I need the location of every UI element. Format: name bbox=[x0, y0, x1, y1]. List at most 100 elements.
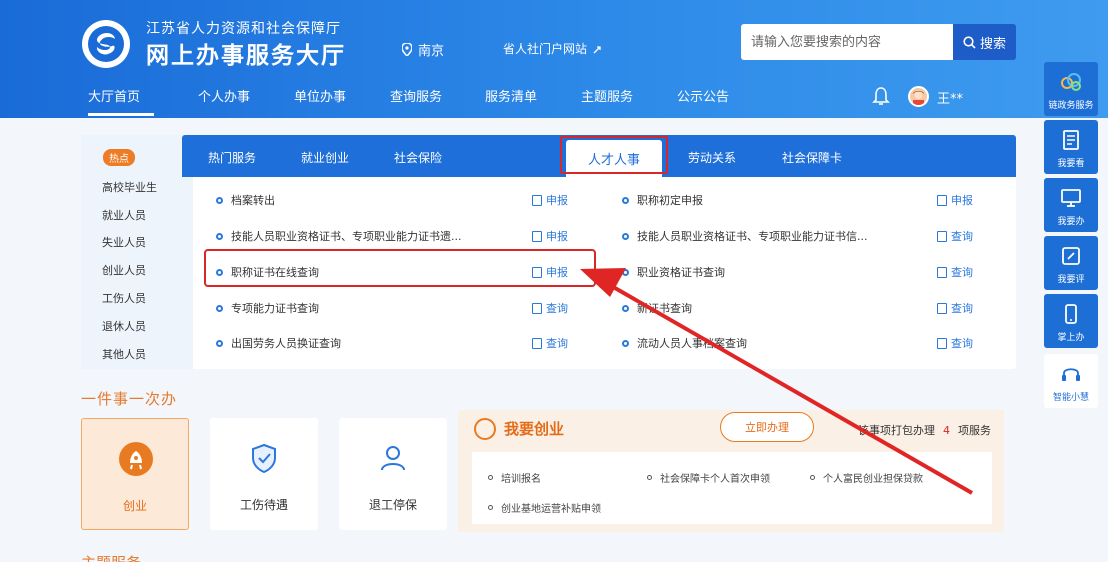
card-startup[interactable]: 创业 bbox=[81, 418, 189, 530]
sidebar-rate[interactable]: 我要评 bbox=[1044, 236, 1098, 290]
service-action-label: 查询 bbox=[951, 230, 973, 243]
tab-hot[interactable]: 热门服务 bbox=[208, 149, 256, 166]
startup-detail-title: 我要创业 bbox=[504, 420, 565, 438]
startup-icon bbox=[119, 442, 153, 476]
service-item[interactable]: 新证书查询 bbox=[622, 300, 692, 316]
tab-social-card[interactable]: 社会保障卡 bbox=[782, 149, 842, 166]
nav-personal[interactable]: 个人办事 bbox=[198, 86, 250, 105]
service-item[interactable]: 专项能力证书查询 bbox=[216, 300, 319, 316]
service-action[interactable]: 查询 bbox=[937, 264, 973, 280]
service-action[interactable]: 查询 bbox=[532, 335, 568, 351]
card-retire[interactable]: 退工停保 bbox=[339, 418, 447, 530]
org-subtitle: 江苏省人力资源和社会保障厅 bbox=[146, 21, 341, 37]
user-avatar[interactable] bbox=[908, 86, 929, 107]
bullet-icon bbox=[622, 304, 629, 312]
document-icon bbox=[532, 337, 542, 349]
search-input[interactable] bbox=[741, 24, 953, 60]
search-button-label: 搜索 bbox=[979, 36, 1006, 52]
bullet-icon bbox=[488, 505, 493, 510]
service-action[interactable]: 查询 bbox=[937, 300, 973, 316]
category-item[interactable]: 其他人员 bbox=[102, 346, 146, 362]
service-action[interactable]: 申报 bbox=[532, 192, 568, 208]
org-title: 网上办事服务大厅 bbox=[146, 43, 346, 69]
service-action[interactable]: 申报 bbox=[937, 192, 973, 208]
bullet-icon bbox=[622, 232, 629, 240]
card-injury[interactable]: 工伤待遇 bbox=[210, 418, 318, 530]
sidebar-label: 我要评 bbox=[1057, 275, 1085, 285]
startup-service-item[interactable]: 个人富民创业担保贷款 bbox=[810, 470, 923, 485]
document-icon bbox=[532, 302, 542, 314]
site-logo-icon[interactable] bbox=[82, 20, 130, 68]
sidebar-assistant[interactable]: 智能小慧 bbox=[1044, 354, 1098, 408]
service-action[interactable]: 查询 bbox=[937, 335, 973, 351]
category-item[interactable]: 创业人员 bbox=[102, 262, 146, 278]
startup-service-item[interactable]: 培训报名 bbox=[488, 470, 541, 485]
category-item[interactable]: 失业人员 bbox=[102, 234, 146, 250]
service-action[interactable]: 查询 bbox=[937, 228, 973, 244]
category-item[interactable]: 高校毕业生 bbox=[102, 179, 157, 195]
service-item[interactable]: 出国劳务人员换证查询 bbox=[216, 335, 341, 351]
sidebar-do[interactable]: 我要办 bbox=[1044, 178, 1098, 232]
document-icon bbox=[532, 194, 542, 206]
service-item[interactable]: 技能人员职业资格证书、专项职业能力证书遗... bbox=[216, 228, 462, 244]
nav-service-list[interactable]: 服务清单 bbox=[485, 86, 537, 105]
nav-query[interactable]: 查询服务 bbox=[390, 86, 442, 105]
tab-employment[interactable]: 就业创业 bbox=[301, 149, 349, 166]
service-action-label: 申报 bbox=[546, 230, 568, 243]
sidebar-label: 智能小慧 bbox=[1052, 393, 1089, 403]
service-item[interactable]: 流动人员人事档案查询 bbox=[622, 335, 747, 351]
service-item[interactable]: 技能人员职业资格证书、专项职业能力证书信... bbox=[622, 228, 868, 244]
bell-icon[interactable] bbox=[872, 86, 890, 106]
service-label: 技能人员职业资格证书、专项职业能力证书信... bbox=[637, 230, 868, 243]
service-item[interactable]: 职业资格证书查询 bbox=[622, 264, 725, 280]
user-icon bbox=[381, 446, 405, 471]
startup-service-item[interactable]: 社会保障卡个人首次申领 bbox=[647, 470, 770, 485]
tab-social-insurance[interactable]: 社会保险 bbox=[394, 149, 442, 166]
tab-labor[interactable]: 劳动关系 bbox=[688, 149, 736, 166]
service-label: 档案转出 bbox=[231, 194, 275, 207]
bullet-icon bbox=[216, 196, 223, 204]
nav-theme[interactable]: 主题服务 bbox=[581, 86, 633, 105]
bullet-icon bbox=[810, 475, 815, 480]
service-action-label: 查询 bbox=[951, 302, 973, 315]
service-action[interactable]: 申报 bbox=[532, 228, 568, 244]
startup-service-list: 培训报名 社会保障卡个人首次申领 个人富民创业担保贷款 创业基地运营补贴申领 bbox=[472, 452, 992, 524]
startup-service-item[interactable]: 创业基地运营补贴申领 bbox=[488, 500, 601, 515]
service-action[interactable]: 查询 bbox=[532, 300, 568, 316]
handle-now-button[interactable]: 立即办理 bbox=[720, 412, 814, 442]
nav-notice[interactable]: 公示公告 bbox=[677, 86, 729, 105]
location-selector[interactable]: 南京 bbox=[402, 40, 444, 59]
document-icon bbox=[937, 230, 947, 242]
service-item[interactable]: 职称初定申报 bbox=[622, 192, 703, 208]
sidebar-view[interactable]: 我要看 bbox=[1044, 120, 1098, 174]
service-label: 技能人员职业资格证书、专项职业能力证书遗... bbox=[231, 230, 462, 243]
sidebar-mobile[interactable]: 掌上办 bbox=[1044, 294, 1098, 348]
service-label: 职称初定申报 bbox=[637, 194, 703, 207]
category-item[interactable]: 就业人员 bbox=[102, 207, 146, 223]
theme-service-title: 主题服务 bbox=[81, 552, 141, 562]
service-item[interactable]: 档案转出 bbox=[216, 192, 275, 208]
bullet-icon bbox=[647, 475, 652, 480]
service-action-label: 查询 bbox=[546, 302, 568, 315]
nav-home[interactable]: 大厅首页 bbox=[88, 86, 140, 105]
headset-icon bbox=[1062, 368, 1080, 381]
pack-info: 该事项打包办理 4 项服务 bbox=[858, 422, 991, 438]
service-action-label: 申报 bbox=[546, 194, 568, 207]
sidebar-label: 我要办 bbox=[1057, 217, 1085, 227]
service-highlight-box bbox=[204, 249, 596, 287]
nav-unit[interactable]: 单位办事 bbox=[294, 86, 346, 105]
portal-link[interactable]: 省人社门户网站 bbox=[503, 40, 605, 57]
service-action-label: 查询 bbox=[951, 266, 973, 279]
category-item[interactable]: 退休人员 bbox=[102, 318, 146, 334]
search-button[interactable]: 搜索 bbox=[953, 24, 1016, 60]
sidebar-label: 掌上办 bbox=[1057, 333, 1085, 343]
location-pin-icon bbox=[402, 43, 412, 56]
document-list-icon bbox=[1063, 130, 1079, 150]
startup-service-label: 创业基地运营补贴申领 bbox=[501, 504, 601, 515]
bullet-icon bbox=[622, 339, 629, 347]
location-label: 南京 bbox=[418, 44, 445, 59]
bullet-icon bbox=[622, 196, 629, 204]
user-name[interactable]: 王** bbox=[937, 88, 963, 107]
sidebar-gov-service[interactable]: 链政务服务 bbox=[1044, 62, 1098, 116]
category-item[interactable]: 工伤人员 bbox=[102, 290, 146, 306]
